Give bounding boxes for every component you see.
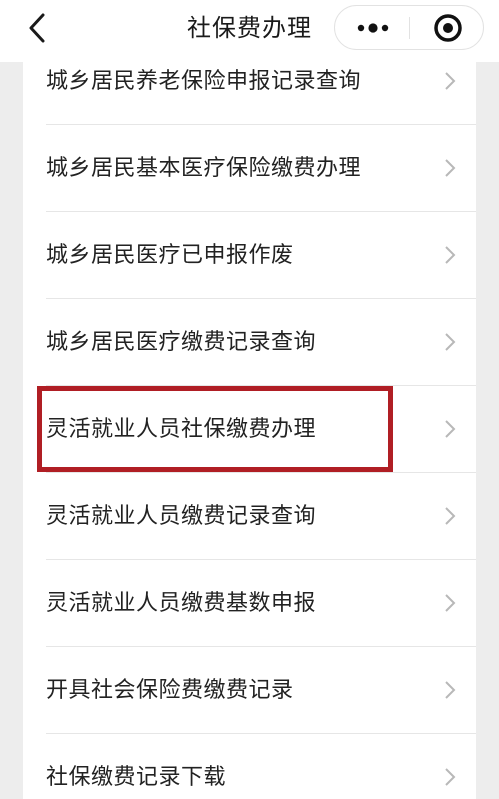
target-circle-icon — [434, 14, 462, 42]
list-item[interactable]: 社保缴费记录下载 — [23, 734, 476, 799]
list-item-label: 社保缴费记录下载 — [46, 765, 227, 790]
chevron-right-icon — [445, 72, 456, 90]
chevron-right-icon — [445, 333, 456, 351]
more-dots-icon — [357, 23, 389, 33]
list-item-label: 灵活就业人员缴费基数申报 — [46, 591, 317, 616]
service-list: 城乡居民养老保险申报记录查询 城乡居民基本医疗保险缴费办理 城乡居民医疗已申报作… — [23, 38, 476, 799]
list-item[interactable]: 城乡居民基本医疗保险缴费办理 — [23, 125, 476, 212]
chevron-right-icon — [445, 420, 456, 438]
list-item-label: 灵活就业人员缴费记录查询 — [46, 504, 317, 529]
list-item[interactable]: 城乡居民医疗已申报作废 — [23, 212, 476, 299]
list-item-highlighted[interactable]: 灵活就业人员社保缴费办理 — [23, 386, 476, 473]
list-item[interactable]: 灵活就业人员缴费基数申报 — [23, 560, 476, 647]
chevron-right-icon — [445, 681, 456, 699]
chevron-left-icon — [29, 13, 45, 43]
page: 社保费办理 城乡居民养老保险申报记录查询 城乡居民基本医疗保险缴费办理 城乡居民… — [0, 0, 499, 799]
capsule-divider — [409, 17, 410, 39]
list-item-label: 开具社会保险费缴费记录 — [46, 678, 294, 703]
close-button[interactable] — [417, 10, 479, 46]
list-item-label: 城乡居民医疗已申报作废 — [46, 243, 294, 268]
list-item-label: 灵活就业人员社保缴费办理 — [46, 417, 317, 442]
back-button[interactable] — [24, 10, 50, 46]
list-item[interactable]: 灵活就业人员缴费记录查询 — [23, 473, 476, 560]
mini-program-capsule — [334, 5, 484, 50]
nav-header: 社保费办理 — [0, 0, 499, 62]
chevron-right-icon — [445, 594, 456, 612]
list-item[interactable]: 城乡居民医疗缴费记录查询 — [23, 299, 476, 386]
chevron-right-icon — [445, 507, 456, 525]
chevron-right-icon — [445, 159, 456, 177]
list-item-label: 城乡居民医疗缴费记录查询 — [46, 330, 317, 355]
more-button[interactable] — [341, 10, 405, 46]
list-item-label: 城乡居民基本医疗保险缴费办理 — [46, 156, 362, 181]
chevron-right-icon — [445, 246, 456, 264]
list-item[interactable]: 开具社会保险费缴费记录 — [23, 647, 476, 734]
chevron-right-icon — [445, 768, 456, 786]
